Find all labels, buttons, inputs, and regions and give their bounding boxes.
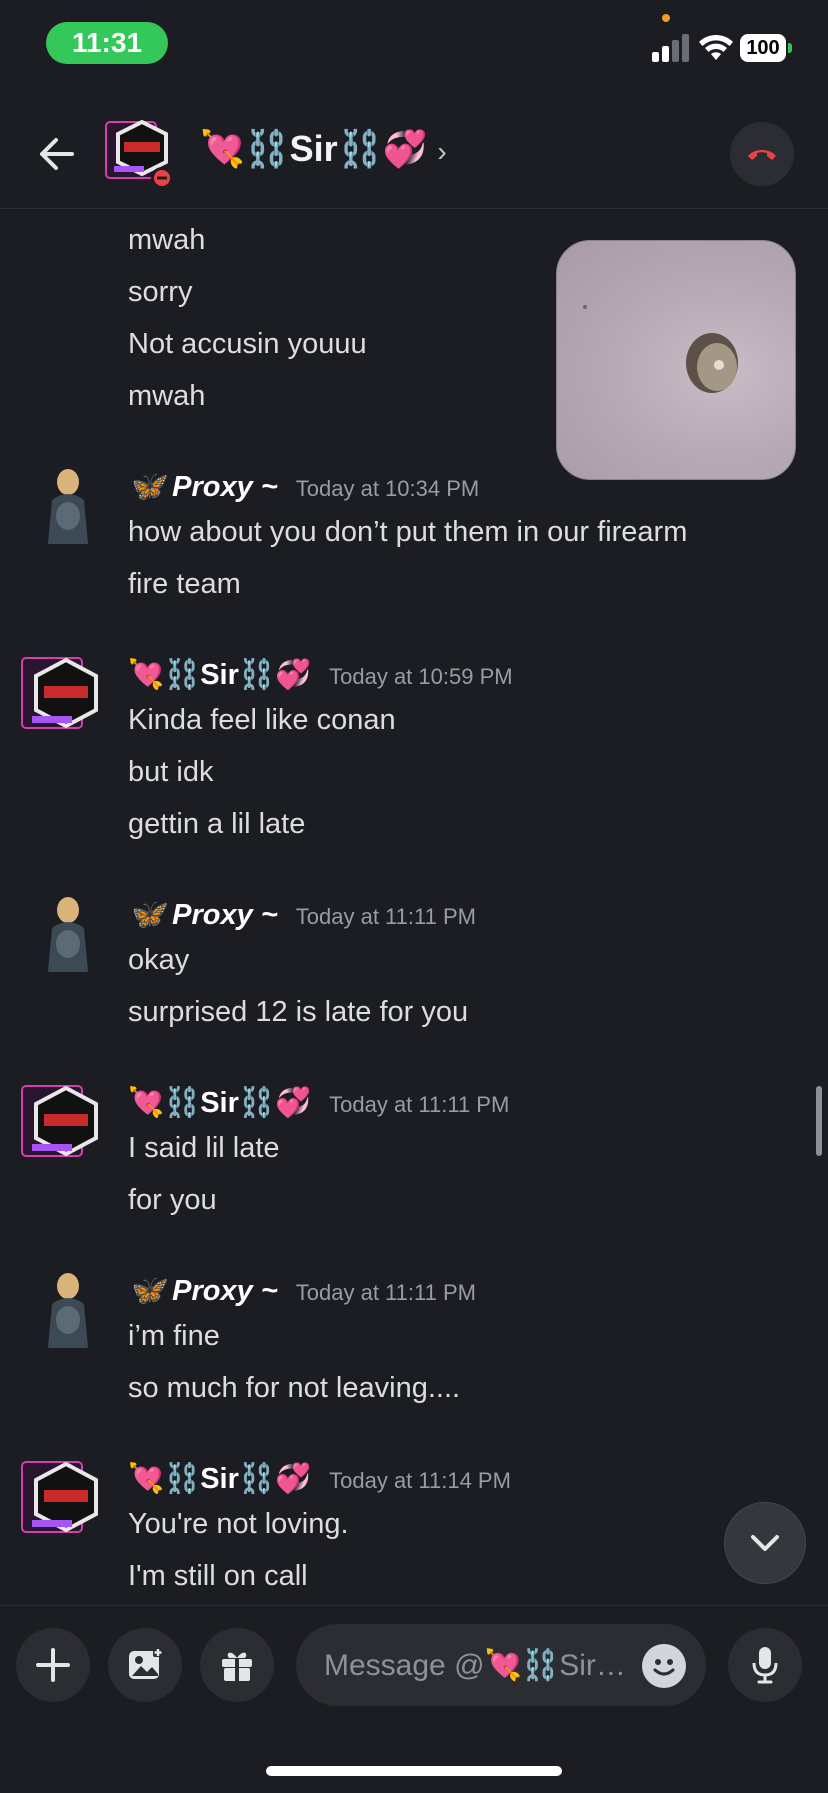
dm-header: 💘⛓️Sir⛓️💞 › xyxy=(0,100,828,209)
arrow-left-icon[interactable] xyxy=(34,132,78,176)
contact-name-text: 💘⛓️Sir⛓️💞 xyxy=(200,128,428,169)
proxy-avatar[interactable] xyxy=(38,1270,98,1356)
phone-hangup-icon xyxy=(748,150,776,160)
message-header: 💘⛓️Sir⛓️💞 Today at 11:11 PM xyxy=(128,1086,509,1120)
message-timestamp: Today at 11:11 PM xyxy=(329,1092,510,1117)
message-line: surprised 12 is late for you xyxy=(128,996,469,1028)
image-icon xyxy=(129,1647,163,1679)
message-line: so much for not leaving.... xyxy=(128,1372,461,1404)
gift-icon xyxy=(222,1652,252,1681)
scrollbar-thumb[interactable] xyxy=(816,1086,822,1156)
plus-icon xyxy=(36,1648,70,1682)
proxy-avatar[interactable] xyxy=(38,894,98,980)
message-line: Not accusin youuu xyxy=(128,328,367,360)
message-line: fire team xyxy=(128,568,241,600)
message-line: but idk xyxy=(128,756,214,788)
home-indicator[interactable] xyxy=(266,1766,562,1776)
message-line: You're not loving. xyxy=(128,1508,349,1540)
voice-message-button[interactable] xyxy=(728,1628,802,1702)
emoji-icon xyxy=(653,1659,675,1676)
message-line: how about you don’t put them in our fire… xyxy=(128,516,688,548)
message-list[interactable]: mwah sorry Not accusin youuu mwah 🦋 Prox… xyxy=(0,210,828,1605)
sir-avatar[interactable] xyxy=(20,1082,112,1174)
message-header: 🦋 Proxy ~ Today at 11:11 PM xyxy=(128,1274,476,1308)
battery-indicator: 100 xyxy=(740,34,786,62)
message-header: 💘⛓️Sir⛓️💞 Today at 10:59 PM xyxy=(128,658,513,692)
video-call-tile[interactable] xyxy=(556,240,796,480)
contact-name[interactable]: 💘⛓️Sir⛓️💞 › xyxy=(200,128,447,170)
video-feed xyxy=(583,305,738,393)
add-attachment-button[interactable] xyxy=(16,1628,90,1702)
message-timestamp: Today at 11:14 PM xyxy=(329,1468,511,1493)
battery-charging-nub xyxy=(788,43,792,53)
message-header: 💘⛓️Sir⛓️💞 Today at 11:14 PM xyxy=(128,1462,511,1496)
message-author[interactable]: 🦋 Proxy ~ xyxy=(128,470,278,504)
message-author[interactable]: 💘⛓️Sir⛓️💞 xyxy=(128,1462,311,1496)
emoji-button[interactable] xyxy=(642,1644,686,1688)
wifi-icon xyxy=(699,34,733,60)
message-line: mwah xyxy=(128,224,206,256)
message-timestamp: Today at 10:59 PM xyxy=(329,664,513,689)
message-line: Kinda feel like conan xyxy=(128,704,396,736)
end-call-button[interactable] xyxy=(730,122,794,186)
status-time: 11:31 xyxy=(46,22,168,64)
gift-button[interactable] xyxy=(200,1628,274,1702)
jump-to-bottom-button[interactable] xyxy=(724,1502,806,1584)
contact-avatar[interactable] xyxy=(104,116,180,192)
message-line: I'm still on call xyxy=(128,1560,308,1592)
sir-avatar[interactable] xyxy=(20,654,112,746)
chevron-right-icon: › xyxy=(437,136,447,167)
message-input-placeholder: Message @💘⛓️Sir… xyxy=(324,1648,626,1682)
message-line: okay xyxy=(128,944,190,976)
sir-avatar[interactable] xyxy=(20,1458,112,1550)
status-bar: 11:31 100 xyxy=(0,0,828,90)
message-line: sorry xyxy=(128,276,193,308)
message-author[interactable]: 🦋 Proxy ~ xyxy=(128,1274,278,1308)
message-line: i’m fine xyxy=(128,1320,220,1352)
chevron-down-icon xyxy=(751,1535,779,1551)
message-author[interactable]: 💘⛓️Sir⛓️💞 xyxy=(128,1086,311,1120)
message-timestamp: Today at 10:34 PM xyxy=(295,476,480,501)
privacy-indicator-dot xyxy=(662,14,670,22)
message-header: 🦋 Proxy ~ Today at 11:11 PM xyxy=(128,898,476,932)
message-line: I said lil late xyxy=(128,1132,280,1164)
microphone-icon xyxy=(752,1647,778,1684)
proxy-avatar[interactable] xyxy=(38,466,98,552)
message-line: mwah xyxy=(128,380,206,412)
message-author[interactable]: 💘⛓️Sir⛓️💞 xyxy=(128,658,311,692)
cellular-signal-icon xyxy=(652,34,689,62)
message-composer: Message @💘⛓️Sir… xyxy=(0,1605,828,1793)
message-line: gettin a lil late xyxy=(128,808,306,840)
message-line: for you xyxy=(128,1184,217,1216)
message-timestamp: Today at 11:11 PM xyxy=(295,1280,476,1305)
message-author[interactable]: 🦋 Proxy ~ xyxy=(128,898,278,932)
message-timestamp: Today at 11:11 PM xyxy=(295,904,476,929)
gallery-button[interactable] xyxy=(108,1628,182,1702)
message-header: 🦋 Proxy ~ Today at 10:34 PM xyxy=(128,470,479,504)
